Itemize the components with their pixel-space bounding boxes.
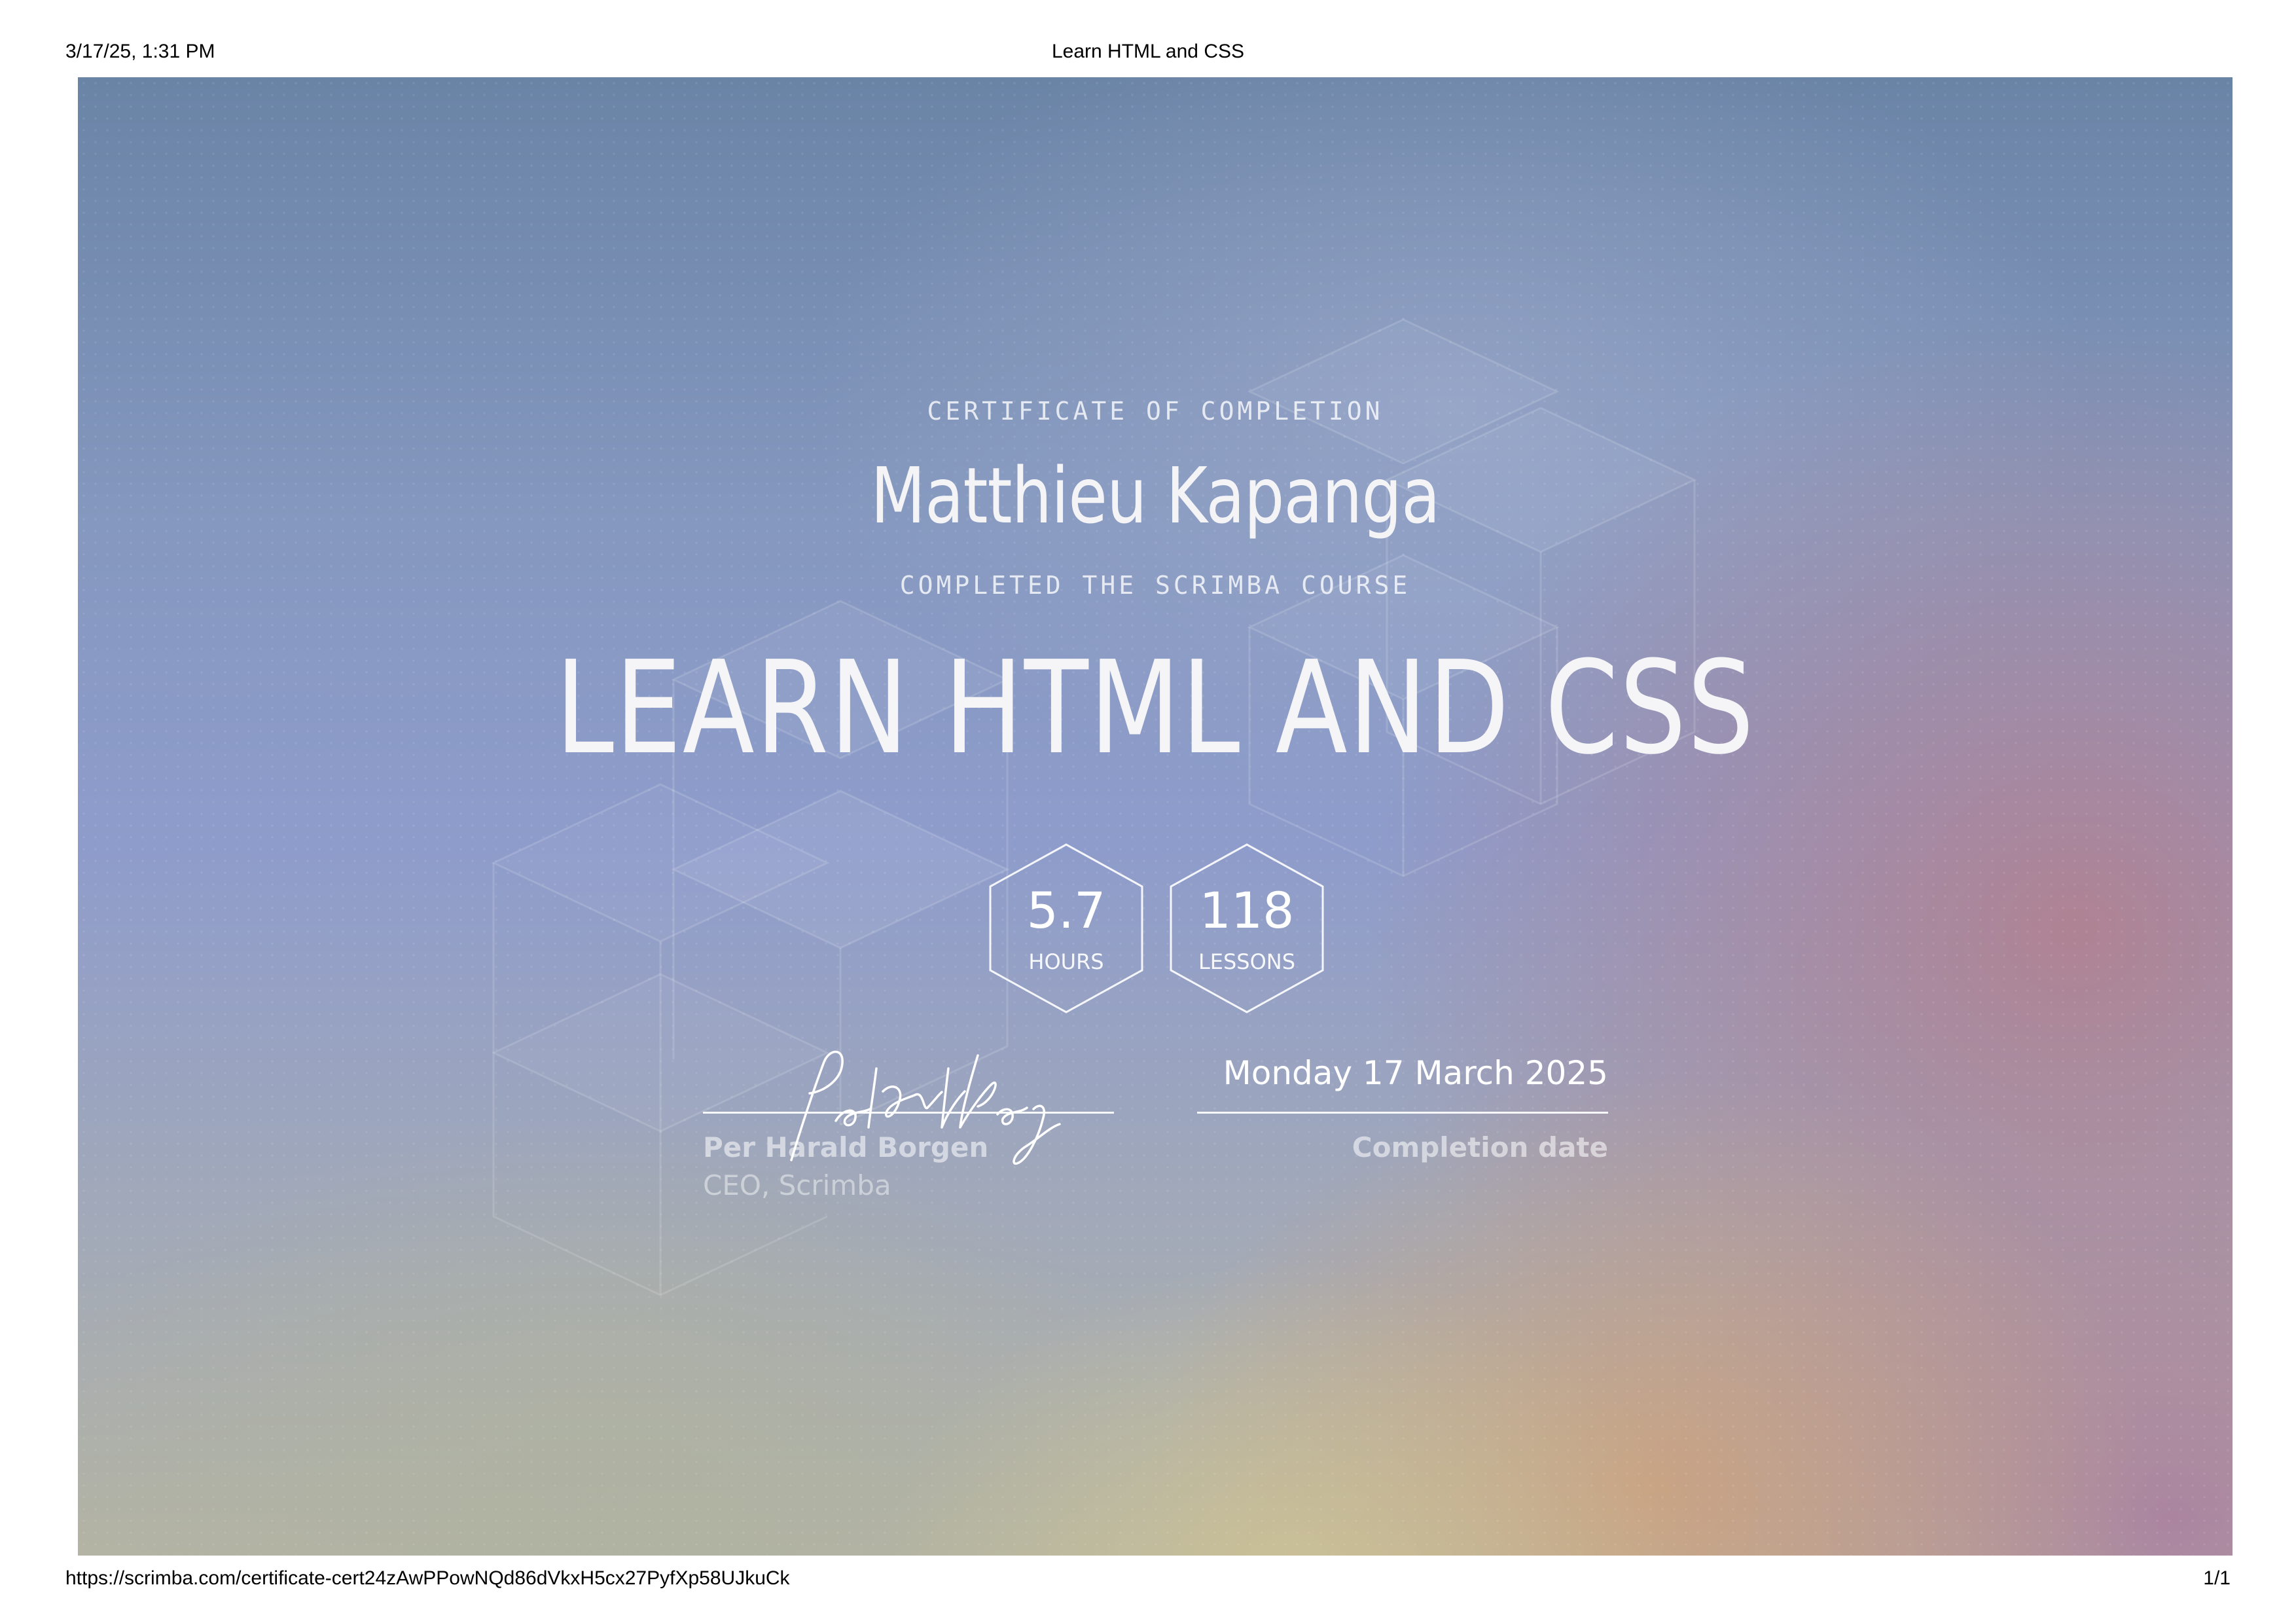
recipient-name: Matthieu Kapanga	[870, 450, 1440, 541]
signer-name: Per Harald Borgen	[703, 1131, 989, 1163]
certificate-subheading: COMPLETED THE SCRIMBA COURSE	[899, 571, 1411, 600]
stat-hours-unit: HOURS	[1028, 949, 1104, 974]
date-line	[1197, 1112, 1608, 1114]
certificate-content: CERTIFICATE OF COMPLETION Matthieu Kapan…	[78, 77, 2233, 1556]
course-title: LEARN HTML AND CSS	[555, 634, 1755, 783]
stat-lessons-unit: LESSONS	[1198, 949, 1296, 974]
stat-hours: 5.7 HOURS	[988, 843, 1145, 1013]
print-url: https://scrimba.com/certificate-cert24zA…	[65, 1567, 790, 1589]
signer-role: CEO, Scrimba	[703, 1169, 891, 1201]
certificate: CERTIFICATE OF COMPLETION Matthieu Kapan…	[78, 77, 2233, 1556]
stat-lessons-value: 118	[1199, 881, 1295, 939]
print-footer: https://scrimba.com/certificate-cert24zA…	[0, 1567, 2296, 1596]
signature-line	[703, 1112, 1114, 1114]
completion-date: Monday 17 March 2025	[1223, 1054, 1608, 1092]
print-page-number: 1/1	[2203, 1567, 2231, 1589]
stat-lessons: 118 LESSONS	[1168, 843, 1325, 1013]
stat-hours-value: 5.7	[1026, 881, 1106, 939]
completion-date-label: Completion date	[1352, 1131, 1608, 1163]
certificate-eyebrow: CERTIFICATE OF COMPLETION	[927, 397, 1384, 426]
print-header: 3/17/25, 1:31 PM Learn HTML and CSS	[0, 41, 2296, 69]
print-page-title: Learn HTML and CSS	[1051, 41, 1245, 62]
